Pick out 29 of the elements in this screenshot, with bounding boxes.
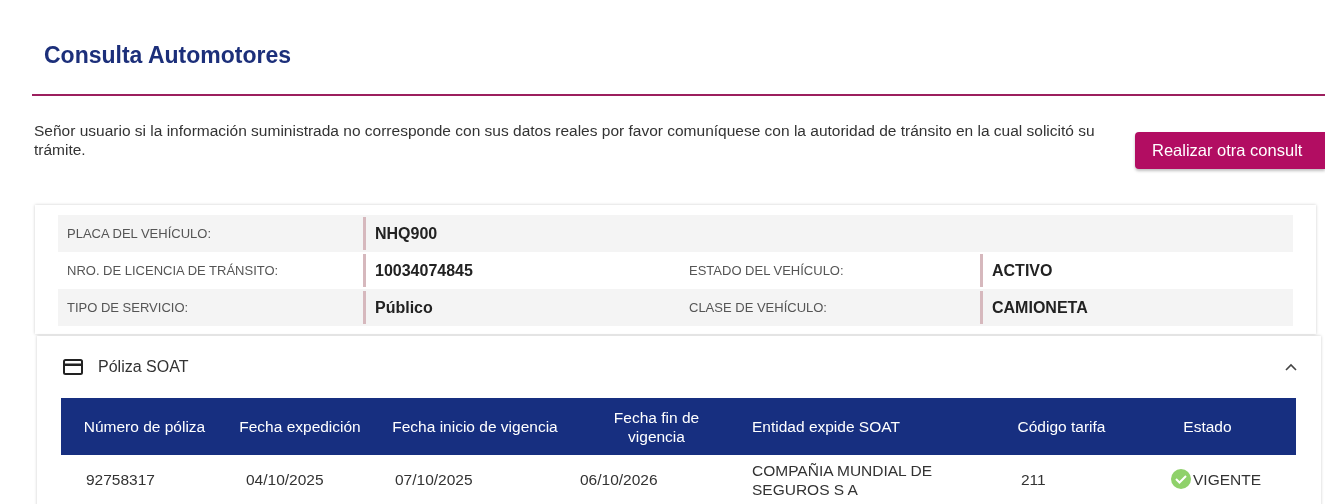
- column-header: Fecha expedición: [228, 398, 372, 455]
- field-value: Público: [363, 291, 680, 324]
- chevron-up-icon[interactable]: [1285, 363, 1297, 371]
- panel-title: Póliza SOAT: [98, 358, 189, 376]
- field-label: NRO. DE LICENCIA DE TRÁNSITO:: [66, 262, 280, 280]
- column-header: Fecha inicio de vigencia: [372, 398, 578, 455]
- table-cell: 06/10/2026: [578, 455, 735, 499]
- table-cell: 04/10/2025: [228, 455, 372, 499]
- column-header: Fecha fin de vigencia: [578, 398, 735, 455]
- page-title: Consulta Automotores: [43, 41, 293, 70]
- column-header: Entidad expide SOAT: [735, 398, 1004, 455]
- new-query-button[interactable]: Realizar otra consult: [1135, 132, 1325, 169]
- column-header: Código tarifa: [1004, 398, 1119, 455]
- field-label: ESTADO DEL VEHÍCULO:: [688, 262, 845, 280]
- column-header: Estado: [1119, 398, 1296, 455]
- table-cell: COMPAÑIA MUNDIAL DE SEGUROS S A: [735, 455, 1004, 499]
- field-label: CLASE DE VEHÍCULO:: [688, 299, 828, 317]
- table-cell: 92758317: [61, 455, 228, 499]
- status-text: VIGENTE: [1193, 469, 1262, 489]
- table-cell: 211: [1004, 455, 1119, 499]
- field-value: CAMIONETA: [980, 291, 1293, 324]
- notice-text: Señor usuario si la información suministrada no corresponde con sus datos reales por favor comuníquese con la autoridad de tránsito en la cual solicitó su trámite.: [34, 121, 1096, 159]
- check-circle-icon: [1171, 469, 1191, 489]
- credit-card-icon: [63, 359, 83, 375]
- table-cell: 07/10/2025: [372, 455, 578, 499]
- column-header: Número de póliza: [61, 398, 228, 455]
- field-label: PLACA DEL VEHÍCULO:: [66, 225, 212, 243]
- field-label: TIPO DE SERVICIO:: [66, 299, 190, 317]
- field-value: NHQ900: [363, 217, 680, 250]
